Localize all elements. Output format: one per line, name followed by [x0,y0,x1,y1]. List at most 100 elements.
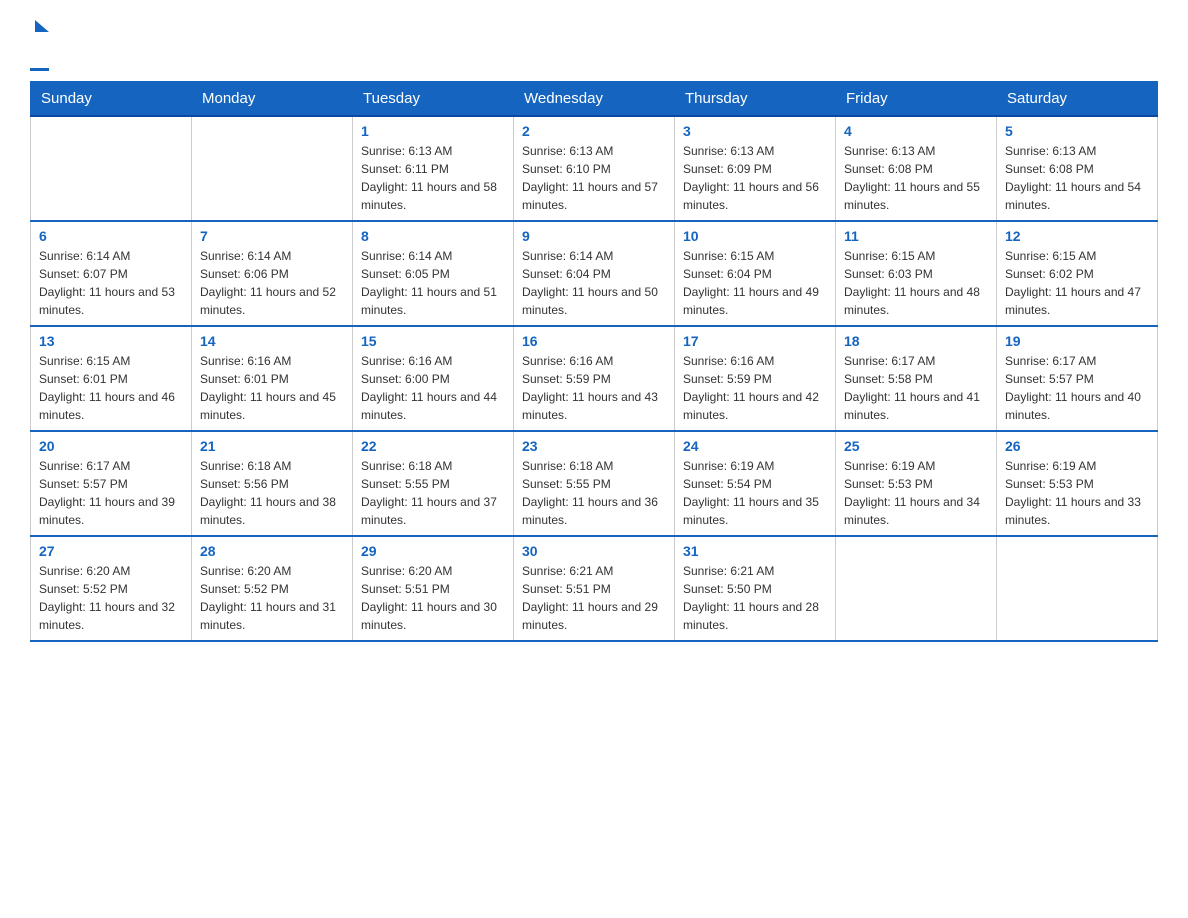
page-header [30,20,1158,71]
day-info: Sunrise: 6:14 AMSunset: 6:06 PMDaylight:… [200,247,344,319]
calendar-cell: 27 Sunrise: 6:20 AMSunset: 5:52 PMDayligh… [31,536,192,641]
day-info: Sunrise: 6:20 AMSunset: 5:52 PMDaylight:… [39,562,183,634]
day-info: Sunrise: 6:15 AMSunset: 6:02 PMDaylight:… [1005,247,1149,319]
day-number: 16 [522,333,666,349]
calendar-cell: 12 Sunrise: 6:15 AMSunset: 6:02 PMDayligh… [997,221,1158,326]
calendar-cell: 21Sunrise: 6:18 AMSunset: 5:56 PMDayligh… [192,431,353,536]
calendar-cell: 8 Sunrise: 6:14 AMSunset: 6:05 PMDaylight… [353,221,514,326]
day-info: Sunrise: 6:13 AMSunset: 6:10 PMDaylight:… [522,142,666,214]
calendar-cell: 14 Sunrise: 6:16 AMSunset: 6:01 PMDayligh… [192,326,353,431]
day-number: 17 [683,333,827,349]
day-number: 27 [39,543,183,559]
day-info: Sunrise: 6:16 AMSunset: 5:59 PMDaylight:… [522,352,666,424]
calendar-cell: 26 Sunrise: 6:19 AMSunset: 5:53 PMDayligh… [997,431,1158,536]
day-number: 23 [522,438,666,454]
day-number: 10 [683,228,827,244]
day-number: 18 [844,333,988,349]
day-number: 15 [361,333,505,349]
calendar-cell: 28Sunrise: 6:20 AMSunset: 5:52 PMDayligh… [192,536,353,641]
day-number: 3 [683,123,827,139]
calendar-cell: 3 Sunrise: 6:13 AMSunset: 6:09 PMDaylight… [675,116,836,221]
calendar-cell: 20 Sunrise: 6:17 AMSunset: 5:57 PMDayligh… [31,431,192,536]
header-sunday: Sunday [31,82,192,117]
calendar-cell [192,116,353,221]
day-number: 21 [200,438,344,454]
day-number: 29 [361,543,505,559]
calendar-cell: 11 Sunrise: 6:15 AMSunset: 6:03 PMDayligh… [836,221,997,326]
day-number: 13 [39,333,183,349]
calendar-cell [997,536,1158,641]
week-row-4: 20 Sunrise: 6:17 AMSunset: 5:57 PMDayligh… [31,431,1158,536]
day-number: 8 [361,228,505,244]
day-info: Sunrise: 6:19 AMSunset: 5:54 PMDaylight:… [683,457,827,529]
day-number: 26 [1005,438,1149,454]
day-info: Sunrise: 6:17 AMSunset: 5:58 PMDaylight:… [844,352,988,424]
day-number: 2 [522,123,666,139]
day-info: Sunrise: 6:15 AMSunset: 6:04 PMDaylight:… [683,247,827,319]
day-info: Sunrise: 6:17 AMSunset: 5:57 PMDaylight:… [39,457,183,529]
header-wednesday: Wednesday [514,82,675,117]
day-info: Sunrise: 6:14 AMSunset: 6:05 PMDaylight:… [361,247,505,319]
week-row-2: 6Sunrise: 6:14 AMSunset: 6:07 PMDaylight… [31,221,1158,326]
day-info: Sunrise: 6:14 AMSunset: 6:04 PMDaylight:… [522,247,666,319]
day-number: 22 [361,438,505,454]
day-info: Sunrise: 6:19 AMSunset: 5:53 PMDaylight:… [1005,457,1149,529]
calendar-cell: 30 Sunrise: 6:21 AMSunset: 5:51 PMDayligh… [514,536,675,641]
day-number: 19 [1005,333,1149,349]
day-number: 11 [844,228,988,244]
day-info: Sunrise: 6:16 AMSunset: 5:59 PMDaylight:… [683,352,827,424]
day-info: Sunrise: 6:21 AMSunset: 5:51 PMDaylight:… [522,562,666,634]
logo-arrow-icon [35,20,49,32]
header-tuesday: Tuesday [353,82,514,117]
calendar-cell: 25Sunrise: 6:19 AMSunset: 5:53 PMDayligh… [836,431,997,536]
day-info: Sunrise: 6:13 AMSunset: 6:08 PMDaylight:… [1005,142,1149,214]
day-number: 30 [522,543,666,559]
calendar-cell: 18 Sunrise: 6:17 AMSunset: 5:58 PMDayligh… [836,326,997,431]
calendar-header-row: SundayMondayTuesdayWednesdayThursdayFrid… [31,82,1158,117]
day-number: 25 [844,438,988,454]
calendar-cell: 23Sunrise: 6:18 AMSunset: 5:55 PMDayligh… [514,431,675,536]
calendar-cell [836,536,997,641]
calendar-cell: 22 Sunrise: 6:18 AMSunset: 5:55 PMDayligh… [353,431,514,536]
day-number: 12 [1005,228,1149,244]
logo-underline [30,68,49,71]
calendar-cell: 4Sunrise: 6:13 AMSunset: 6:08 PMDaylight… [836,116,997,221]
week-row-5: 27 Sunrise: 6:20 AMSunset: 5:52 PMDayligh… [31,536,1158,641]
day-number: 5 [1005,123,1149,139]
calendar-cell: 16 Sunrise: 6:16 AMSunset: 5:59 PMDayligh… [514,326,675,431]
day-info: Sunrise: 6:18 AMSunset: 5:55 PMDaylight:… [361,457,505,529]
logo [30,20,49,71]
calendar-cell: 9Sunrise: 6:14 AMSunset: 6:04 PMDaylight… [514,221,675,326]
week-row-3: 13 Sunrise: 6:15 AMSunset: 6:01 PMDayligh… [31,326,1158,431]
week-row-1: 1Sunrise: 6:13 AMSunset: 6:11 PMDaylight… [31,116,1158,221]
calendar-cell: 15Sunrise: 6:16 AMSunset: 6:00 PMDayligh… [353,326,514,431]
day-info: Sunrise: 6:16 AMSunset: 6:01 PMDaylight:… [200,352,344,424]
day-number: 20 [39,438,183,454]
calendar-cell: 29Sunrise: 6:20 AMSunset: 5:51 PMDayligh… [353,536,514,641]
day-number: 31 [683,543,827,559]
day-number: 14 [200,333,344,349]
calendar-cell: 17 Sunrise: 6:16 AMSunset: 5:59 PMDayligh… [675,326,836,431]
day-info: Sunrise: 6:17 AMSunset: 5:57 PMDaylight:… [1005,352,1149,424]
calendar-cell: 10 Sunrise: 6:15 AMSunset: 6:04 PMDayligh… [675,221,836,326]
day-number: 24 [683,438,827,454]
calendar-cell: 6Sunrise: 6:14 AMSunset: 6:07 PMDaylight… [31,221,192,326]
header-thursday: Thursday [675,82,836,117]
day-info: Sunrise: 6:13 AMSunset: 6:09 PMDaylight:… [683,142,827,214]
day-info: Sunrise: 6:14 AMSunset: 6:07 PMDaylight:… [39,247,183,319]
day-info: Sunrise: 6:15 AMSunset: 6:01 PMDaylight:… [39,352,183,424]
day-info: Sunrise: 6:21 AMSunset: 5:50 PMDaylight:… [683,562,827,634]
calendar-cell: 2 Sunrise: 6:13 AMSunset: 6:10 PMDaylight… [514,116,675,221]
calendar-cell: 7 Sunrise: 6:14 AMSunset: 6:06 PMDaylight… [192,221,353,326]
day-number: 1 [361,123,505,139]
calendar-cell: 19 Sunrise: 6:17 AMSunset: 5:57 PMDayligh… [997,326,1158,431]
day-info: Sunrise: 6:20 AMSunset: 5:52 PMDaylight:… [200,562,344,634]
calendar-cell: 24 Sunrise: 6:19 AMSunset: 5:54 PMDayligh… [675,431,836,536]
header-saturday: Saturday [997,82,1158,117]
header-monday: Monday [192,82,353,117]
day-info: Sunrise: 6:15 AMSunset: 6:03 PMDaylight:… [844,247,988,319]
day-info: Sunrise: 6:13 AMSunset: 6:08 PMDaylight:… [844,142,988,214]
calendar-cell: 13 Sunrise: 6:15 AMSunset: 6:01 PMDayligh… [31,326,192,431]
day-number: 7 [200,228,344,244]
calendar-table: SundayMondayTuesdayWednesdayThursdayFrid… [30,81,1158,642]
